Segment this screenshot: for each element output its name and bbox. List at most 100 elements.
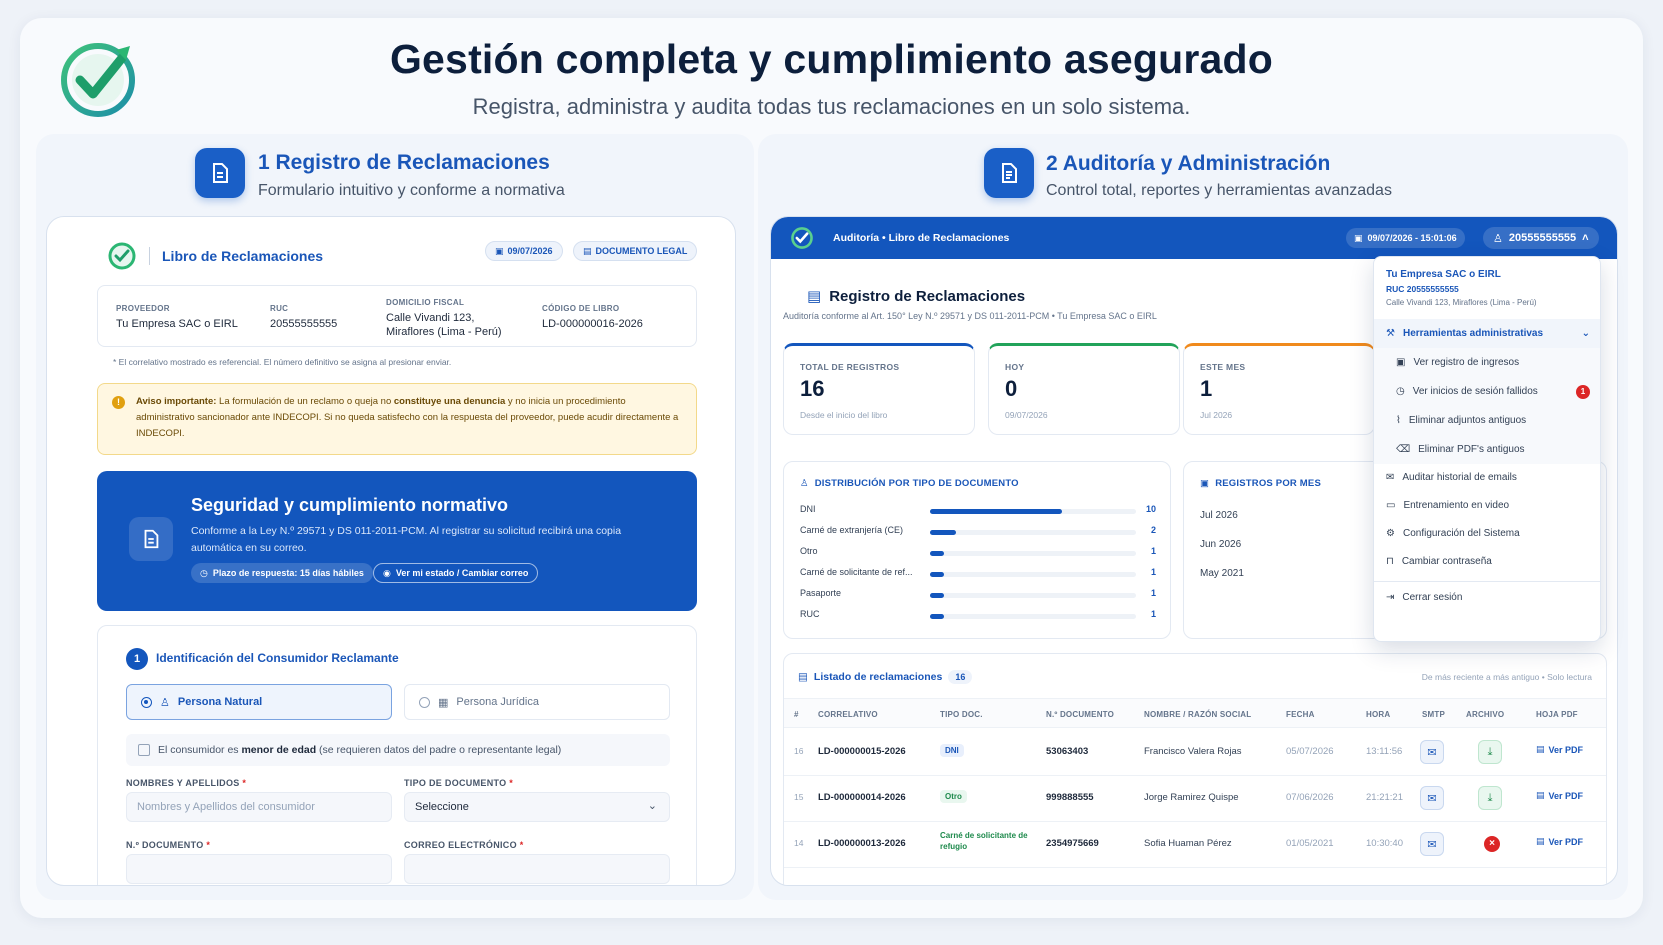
ver-estado-button[interactable]: ◉ Ver mi estado / Cambiar correo	[373, 563, 539, 583]
menu-item-label: Eliminar PDF's antiguos	[1418, 444, 1525, 455]
menu-entrenamiento[interactable]: ▭ Entrenamiento en video	[1374, 491, 1600, 520]
tipo-doc-select[interactable]: Seleccione ⌄	[404, 792, 670, 822]
libro-header: Libro de Reclamaciones	[107, 241, 323, 271]
correo-input[interactable]	[404, 854, 670, 884]
months-title-text: REGISTROS POR MES	[1215, 478, 1321, 489]
list-order-note: De más reciente a más antiguo • Solo lec…	[1421, 672, 1592, 682]
menu-item-label: Auditar historial de emails	[1402, 472, 1517, 483]
ver-pdf-link[interactable]: ▤ Ver PDF	[1536, 790, 1583, 801]
user-icon: ♙	[160, 696, 170, 709]
row-hora: 13:11:56	[1366, 746, 1403, 757]
month-row: Jul 2026	[1200, 510, 1238, 521]
menu-item-label: Cambiar contraseña	[1401, 556, 1492, 567]
distribution-track	[930, 593, 1136, 598]
mail-icon: ✉	[1386, 472, 1395, 483]
consumer-form: 1 Identificación del Consumidor Reclaman…	[97, 625, 697, 885]
document-icon: ▤	[1536, 790, 1545, 800]
ver-estado-label: Ver mi estado / Cambiar correo	[395, 568, 529, 578]
ndoc-input[interactable]	[126, 854, 392, 884]
menu-address: Calle Vivandi 123, Miraflores (Lima - Pe…	[1386, 298, 1537, 307]
stat-hoy: HOY 0 09/07/2026	[988, 343, 1180, 435]
registro-subtitle: Auditoría conforme al Art. 150° Ley N.º …	[783, 311, 1157, 321]
minor-text-2: (se requieren datos del padre o represen…	[316, 744, 562, 756]
stat-mes: ESTE MES 1 Jul 2026	[1183, 343, 1375, 435]
document-icon: ▤	[583, 245, 592, 256]
nombres-input[interactable]: Nombres y Apellidos del consumidor	[126, 792, 392, 822]
distribution-row: Otro 1	[800, 546, 1156, 560]
radio-persona-natural[interactable]: ♙ Persona Natural	[126, 684, 392, 720]
menu-tools-toggle[interactable]: ⚒ Herramientas administrativas ⌄	[1374, 319, 1600, 348]
table-row[interactable]: 14 LD-000000013-2026 Carné de solicitante …	[784, 820, 1606, 868]
mail-icon[interactable]: ✉	[1420, 740, 1444, 764]
row-documento: 999888555	[1046, 792, 1094, 803]
calendar-icon: ▣	[1396, 357, 1406, 368]
menu-configuracion[interactable]: ⚙ Configuración del Sistema	[1374, 519, 1600, 548]
menu-ver-ingresos[interactable]: ▣ Ver registro de ingresos	[1374, 348, 1600, 377]
menu-auditar-emails[interactable]: ✉ Auditar historial de emails	[1374, 463, 1600, 492]
stat-sub: Jul 2026	[1200, 410, 1233, 420]
document-icon: ▤	[1536, 836, 1545, 846]
distribution-value: 1	[1150, 609, 1156, 619]
user-menu-button[interactable]: ♙ 20555555555 ˄	[1483, 227, 1599, 249]
row-nombre: Jorge Ramirez Quispe	[1144, 792, 1239, 803]
menu-cerrar-sesion[interactable]: ⇥ Cerrar sesión	[1374, 583, 1600, 612]
calendar-icon: ▣	[1354, 232, 1363, 243]
distribution-title-text: DISTRIBUCIÓN POR TIPO DE DOCUMENTO	[814, 478, 1019, 489]
download-icon[interactable]: ⤓	[1478, 786, 1502, 810]
date-chip: ▣ 09/07/2026	[485, 241, 563, 261]
page-title: Gestión completa y cumplimiento asegurad…	[389, 36, 1274, 82]
building-icon: ▦	[438, 696, 449, 709]
row-hora: 21:21:21	[1366, 792, 1403, 803]
ver-pdf-link[interactable]: ▤ Ver PDF	[1536, 836, 1583, 847]
legal-chip-label: DOCUMENTO LEGAL	[595, 246, 688, 256]
mail-icon[interactable]: ✉	[1420, 832, 1444, 856]
table-row[interactable]: 16 LD-000000015-2026 DNI 53063403 Francisco …	[784, 728, 1606, 776]
radio-persona-juridica[interactable]: ▦ Persona Jurídica	[404, 684, 670, 720]
menu-item-label: Ver registro de ingresos	[1413, 357, 1520, 368]
required-mark: *	[206, 840, 211, 850]
chevron-up-icon: ˄	[1582, 232, 1589, 244]
document-icon: ▤	[798, 671, 808, 683]
col-pdf: HOJA PDF	[1536, 710, 1578, 719]
menu-item-label: Ver inicios de sesión fallidos	[1412, 386, 1538, 397]
minor-checkbox[interactable]: El consumidor es menor de edad (se requi…	[126, 734, 670, 766]
proveedor-value: Tu Empresa SAC o EIRL	[116, 318, 238, 330]
distribution-title: ♙ DISTRIBUCIÓN POR TIPO DE DOCUMENTO	[800, 478, 1019, 489]
row-fecha: 07/06/2026	[1286, 792, 1334, 803]
mail-icon[interactable]: ✉	[1420, 786, 1444, 810]
error-icon[interactable]: ×	[1480, 832, 1504, 856]
ver-pdf-link[interactable]: ▤ Ver PDF	[1536, 744, 1583, 755]
ver-pdf-label: Ver PDF	[1548, 790, 1584, 801]
correlativo-note: * El correlativo mostrado es referencial…	[113, 357, 452, 367]
wrench-icon: ⚒	[1386, 328, 1395, 339]
distribution-card: ♙ DISTRIBUCIÓN POR TIPO DE DOCUMENTO DNI 1…	[783, 461, 1171, 639]
download-icon[interactable]: ⤓	[1478, 740, 1502, 764]
row-tipo-badge: Otro	[940, 790, 967, 803]
step-badge: 1	[126, 648, 148, 670]
ruc-value: 20555555555	[270, 318, 338, 330]
row-nombre: Francisco Valera Rojas	[1144, 746, 1242, 757]
menu-cambiar-contrasena[interactable]: ⊓ Cambiar contraseña	[1374, 547, 1600, 576]
menu-sesion-fallidos[interactable]: ◷ Ver inicios de sesión fallidos 1	[1374, 377, 1600, 406]
clock-icon: ◷	[200, 567, 208, 578]
minor-text-1: El consumidor es	[158, 744, 242, 756]
table-row[interactable]: 15 LD-000000014-2026 Otro 999888555 Jorge Ra…	[784, 774, 1606, 822]
document-icon: ▤	[1536, 744, 1545, 754]
user-label: 20555555555	[1508, 232, 1577, 244]
menu-eliminar-pdfs[interactable]: ⌫ Eliminar PDF's antiguos	[1374, 435, 1600, 464]
row-documento: 2354975669	[1046, 838, 1099, 849]
plazo-pill: ◷ Plazo de respuesta: 15 días hábiles	[191, 563, 373, 583]
registro-title-text: Registro de Reclamaciones	[829, 287, 1026, 305]
distribution-track	[930, 530, 1136, 535]
topbar-date-label: 09/07/2026 - 15:01:06	[1367, 233, 1457, 243]
proveedor-label: PROVEEDOR	[116, 304, 170, 313]
stat-sub: Desde el inicio del libro	[800, 410, 888, 420]
checkbox[interactable]	[138, 744, 150, 756]
distribution-label: Pasaporte	[800, 588, 842, 598]
menu-eliminar-adjuntos[interactable]: ⌇ Eliminar adjuntos antiguos	[1374, 406, 1600, 435]
menu-divider	[1374, 581, 1600, 582]
brand-small-icon	[791, 227, 813, 249]
distribution-bar	[930, 530, 956, 535]
security-box: Seguridad y cumplimiento normativo Confo…	[97, 471, 697, 611]
libro-title: Libro de Reclamaciones	[162, 248, 324, 264]
